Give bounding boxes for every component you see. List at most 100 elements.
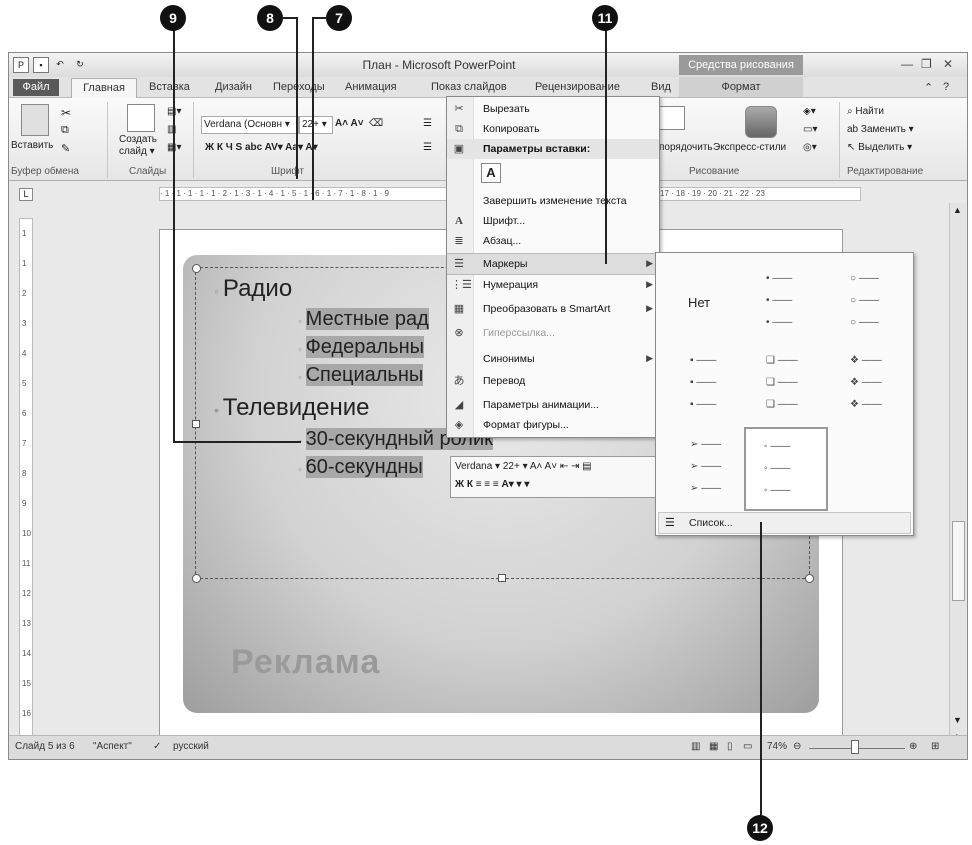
font-format-row[interactable]: Ж К Ч S abc AV▾ Aa▾ A▾: [205, 142, 318, 153]
menu-item-bullets[interactable]: ☰ Маркеры ▶: [447, 253, 659, 275]
theme-name[interactable]: "Аспект": [93, 741, 132, 752]
bullet-style-selected[interactable]: ◦ —— ◦ —— ◦ ——: [744, 427, 828, 511]
spellcheck-icon[interactable]: ✓: [153, 741, 161, 752]
mini-toolbar-row-2[interactable]: Ж К ≡ ≡ ≡ A▾ ▾ ▾: [455, 479, 529, 490]
menu-item-exit-edit[interactable]: Завершить изменение текста: [447, 191, 659, 211]
minimize-icon[interactable]: —: [901, 57, 913, 71]
language-indicator[interactable]: русский: [173, 741, 209, 752]
bullet-level-2[interactable]: ◦ Специальны: [298, 364, 424, 387]
normal-view-icon[interactable]: ▥: [691, 741, 700, 752]
tab-review[interactable]: Рецензирование: [535, 81, 620, 93]
zoom-level[interactable]: 74%: [767, 741, 787, 752]
paste-button-label[interactable]: Вставить: [11, 140, 53, 151]
mini-toolbar-row-1[interactable]: Verdana ▾ 22+ ▾ A˄ A˅ ⇤ ⇥ ▤: [455, 461, 592, 472]
bullets-button-icon[interactable]: ☰: [423, 118, 432, 129]
tab-file[interactable]: Файл: [13, 79, 59, 96]
clear-format-icon[interactable]: ⌫: [369, 118, 383, 129]
bullet-style-filled-square[interactable]: ▪ —— ▪ —— ▪ ——: [660, 343, 740, 423]
scroll-down-icon[interactable]: ▼: [953, 715, 962, 725]
copy-icon[interactable]: ⧉: [61, 124, 69, 137]
undo-icon[interactable]: ↶: [53, 57, 67, 71]
scroll-up-icon[interactable]: ▲: [953, 205, 962, 215]
cut-icon[interactable]: ✂: [61, 106, 71, 120]
reading-view-icon[interactable]: ▯: [727, 741, 733, 752]
resize-handle[interactable]: [192, 574, 201, 583]
align-left-icon[interactable]: ☰: [423, 142, 432, 153]
zoom-in-icon[interactable]: ⊕: [909, 741, 917, 752]
bullet-sample: ◦ ——: [764, 441, 791, 452]
bullet-style-none[interactable]: Нет: [660, 259, 740, 339]
bullet-level-2[interactable]: ◦ Местные рад: [298, 308, 429, 331]
vertical-ruler[interactable]: 1 1 2 3 4 5 6 7 8 9 10 11 12 13 14 15 16…: [19, 218, 33, 759]
bullet-style-hollow-square[interactable]: ❑ —— ❑ —— ❑ ——: [748, 343, 828, 423]
tab-view[interactable]: Вид: [651, 81, 671, 93]
bullet-style-hollow-circle[interactable]: ○ —— ○ —— ○ ——: [832, 259, 912, 339]
arrange-icon[interactable]: [657, 106, 685, 130]
font-size-combo[interactable]: 22+ ▾: [299, 116, 333, 134]
paste-keep-text-option[interactable]: A: [447, 161, 659, 185]
tab-animations[interactable]: Анимация: [345, 81, 397, 93]
bullet-style-arrow[interactable]: ➢ —— ➢ —— ➢ ——: [660, 427, 740, 507]
tab-transitions[interactable]: Переходы: [273, 81, 325, 93]
menu-item-paragraph[interactable]: ≣ Абзац...: [447, 231, 659, 251]
font-name-combo[interactable]: Verdana (Основн ▾: [201, 116, 299, 134]
new-slide-icon[interactable]: [127, 104, 155, 132]
paste-icon[interactable]: [21, 104, 49, 136]
fit-to-window-icon[interactable]: ⊞: [931, 741, 939, 752]
menu-item-synonyms[interactable]: Синонимы ▶: [447, 349, 659, 369]
close-icon[interactable]: ✕: [943, 57, 953, 71]
menu-item-font[interactable]: A Шрифт...: [447, 211, 659, 231]
shape-effects-icon[interactable]: ◎▾: [803, 142, 817, 153]
tab-format[interactable]: Формат: [679, 77, 803, 97]
reset-icon[interactable]: ▥: [167, 124, 176, 135]
bullet-level-2[interactable]: ◦ Федеральны: [298, 336, 425, 359]
resize-handle[interactable]: [805, 574, 814, 583]
slideshow-view-icon[interactable]: ▭: [743, 741, 752, 752]
bullets-and-numbering-item[interactable]: ☰ Список...: [658, 512, 911, 534]
font-grow-shrink[interactable]: A˄ A˅: [335, 118, 364, 129]
zoom-slider-thumb[interactable]: [851, 740, 859, 754]
tab-stop-selector[interactable]: L: [19, 188, 33, 201]
redo-icon[interactable]: ↻: [73, 57, 87, 71]
shape-fill-icon[interactable]: ◈▾: [803, 106, 816, 117]
zoom-out-icon[interactable]: ⊖: [793, 741, 801, 752]
quick-styles-label[interactable]: Экспресс-стили: [713, 142, 786, 153]
collapse-ribbon-icon[interactable]: ⌃: [924, 81, 933, 94]
tab-insert[interactable]: Вставка: [149, 81, 190, 93]
find-button[interactable]: ⌕ Найти: [847, 106, 884, 117]
tab-home[interactable]: Главная: [71, 78, 137, 98]
slide-title[interactable]: Реклама: [231, 643, 380, 682]
menu-item-cut[interactable]: ✂ Вырезать: [447, 99, 659, 119]
menu-item-hyperlink[interactable]: ⊗ Гиперссылка...: [447, 323, 659, 343]
menu-item-translate[interactable]: あ Перевод: [447, 371, 659, 391]
scroll-thumb[interactable]: [952, 521, 965, 601]
menu-item-format-shape[interactable]: ◈ Формат фигуры...: [447, 415, 659, 435]
bullet-style-diamond[interactable]: ❖ —— ❖ —— ❖ ——: [832, 343, 912, 423]
help-icon[interactable]: ?: [943, 81, 949, 93]
shape-outline-icon[interactable]: ▭▾: [803, 124, 817, 135]
replace-button[interactable]: ab Заменить ▾: [847, 124, 914, 135]
bullet-level-2[interactable]: ◦ 60-секундны: [298, 456, 423, 479]
menu-item-numbering[interactable]: ⋮☰ Нумерация ▶: [447, 275, 659, 295]
restore-icon[interactable]: ❐: [921, 57, 932, 71]
menu-item-animation-options[interactable]: ◢ Параметры анимации...: [447, 395, 659, 415]
tab-slideshow[interactable]: Показ слайдов: [431, 81, 507, 93]
select-button[interactable]: ↖ Выделить ▾: [847, 142, 912, 153]
resize-handle[interactable]: [192, 264, 201, 273]
new-slide-label-1[interactable]: Создать: [119, 134, 157, 145]
bullet-level-1[interactable]: • Телевидение: [214, 394, 370, 422]
menu-item-smartart[interactable]: ▦ Преобразовать в SmartArt ▶: [447, 299, 659, 319]
vertical-scrollbar[interactable]: ▲ ▼ ⇞ ⇟: [949, 203, 966, 759]
sorter-view-icon[interactable]: ▦: [709, 741, 718, 752]
format-painter-icon[interactable]: ✎: [61, 142, 70, 155]
bullet-level-1[interactable]: ◦ Радио: [214, 275, 292, 303]
resize-handle[interactable]: [498, 574, 506, 582]
bullet-style-small-dot[interactable]: • —— • —— • ——: [748, 259, 828, 339]
tab-design[interactable]: Дизайн: [215, 81, 252, 93]
save-icon[interactable]: ▪: [33, 57, 49, 73]
resize-handle[interactable]: [192, 420, 200, 428]
new-slide-label-2[interactable]: слайд ▾: [119, 146, 155, 157]
arrange-label[interactable]: порядочить: [659, 142, 713, 153]
quick-styles-icon[interactable]: [745, 106, 777, 138]
menu-item-copy[interactable]: ⧉ Копировать: [447, 119, 659, 139]
